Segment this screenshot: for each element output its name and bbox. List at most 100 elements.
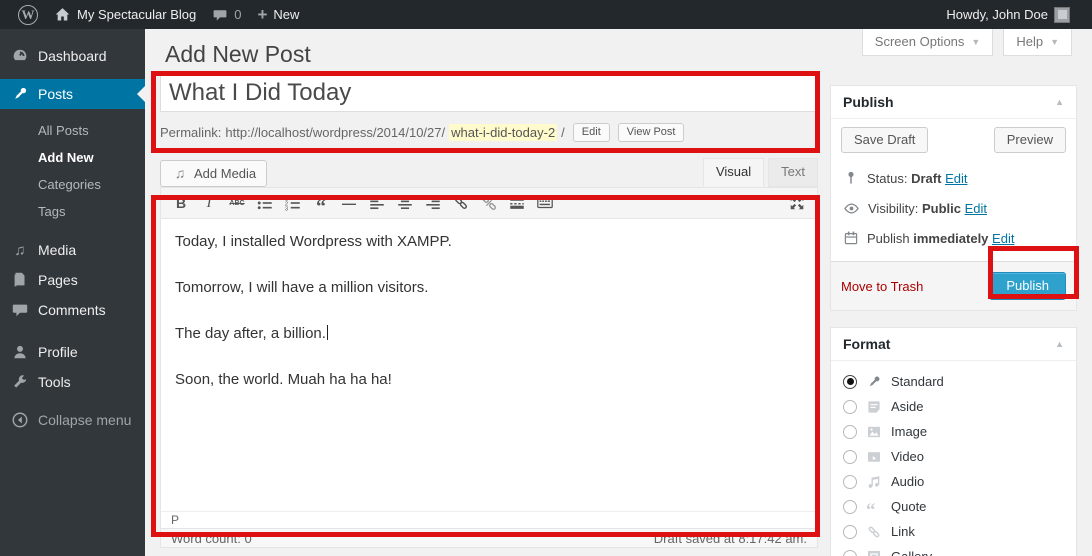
editor-paragraph: Soon, the world. Muah ha ha ha!	[175, 369, 803, 390]
tab-visual[interactable]: Visual	[703, 158, 764, 187]
format-option-standard[interactable]: Standard	[843, 369, 1064, 394]
bulleted-list-icon[interactable]	[251, 191, 279, 215]
text-cursor	[327, 325, 328, 340]
save-draft-button[interactable]: Save Draft	[841, 127, 928, 153]
help-button[interactable]: Help▼	[1003, 29, 1072, 56]
visibility-row: Visibility: Public Edit	[841, 193, 1066, 223]
sidebar-item-dashboard[interactable]: Dashboard	[0, 41, 145, 71]
format-metabox-header[interactable]: Format ▲	[831, 328, 1076, 361]
edit-schedule-link[interactable]: Edit	[992, 231, 1014, 246]
site-name-link[interactable]: My Spectacular Blog	[46, 0, 204, 29]
radio-unselected[interactable]	[843, 450, 857, 464]
avatar	[1054, 7, 1070, 23]
sidebar-item-media[interactable]: ♫ Media	[0, 235, 145, 265]
sidebar-item-all-posts[interactable]: All Posts	[0, 117, 145, 144]
editor-content-area[interactable]: Today, I installed Wordpress with XAMPP.…	[161, 219, 817, 511]
sidebar-item-pages[interactable]: Pages	[0, 265, 145, 295]
schedule-value: immediately	[913, 231, 988, 246]
comments-bubble[interactable]: 0	[204, 0, 249, 29]
aside-icon	[866, 399, 882, 415]
more-tag-icon[interactable]	[503, 191, 531, 215]
format-option-video[interactable]: Video	[843, 444, 1064, 469]
insert-link-icon[interactable]	[447, 191, 475, 215]
dashboard-icon	[11, 47, 29, 65]
wordpress-logo[interactable]: W	[10, 0, 46, 29]
align-center-icon[interactable]	[391, 191, 419, 215]
radio-unselected[interactable]	[843, 475, 857, 489]
format-metabox: Format ▲ Standard Aside	[830, 327, 1077, 556]
distraction-free-icon[interactable]	[783, 191, 811, 215]
editor-paragraph: Tomorrow, I will have a million visitors…	[175, 277, 803, 298]
posts-submenu: All Posts Add New Categories Tags	[0, 109, 145, 235]
preview-button[interactable]: Preview	[994, 127, 1066, 153]
screen-options-button[interactable]: Screen Options▼	[862, 29, 994, 56]
edit-status-link[interactable]: Edit	[945, 171, 967, 186]
edit-visibility-link[interactable]: Edit	[965, 201, 987, 216]
radio-selected[interactable]	[843, 375, 857, 389]
howdy-account-link[interactable]: Howdy, John Doe	[938, 0, 1078, 29]
editor-paragraph: Today, I installed Wordpress with XAMPP.	[175, 231, 803, 252]
word-count-value: 0	[244, 531, 251, 546]
menu-separator	[0, 325, 145, 337]
toggle-arrow-icon[interactable]: ▲	[1055, 339, 1064, 349]
radio-unselected[interactable]	[843, 400, 857, 414]
numbered-list-icon[interactable]: 123	[279, 191, 307, 215]
align-left-icon[interactable]	[363, 191, 391, 215]
quote-icon: “	[866, 498, 882, 515]
strikethrough-icon[interactable]: ABC	[223, 191, 251, 215]
format-option-aside[interactable]: Aside	[843, 394, 1064, 419]
radio-unselected[interactable]	[843, 525, 857, 539]
remove-link-icon[interactable]	[475, 191, 503, 215]
admin-menu: Dashboard Posts All Posts Add New Catego…	[0, 29, 145, 556]
site-name: My Spectacular Blog	[77, 7, 196, 22]
image-icon	[866, 424, 882, 440]
home-icon	[54, 6, 71, 23]
radio-unselected[interactable]	[843, 425, 857, 439]
blockquote-icon[interactable]: “	[307, 191, 335, 215]
new-label: New	[273, 7, 299, 22]
format-option-quote[interactable]: “ Quote	[843, 494, 1064, 519]
italic-icon[interactable]: I	[195, 191, 223, 215]
calendar-icon	[843, 230, 859, 246]
radio-unselected[interactable]	[843, 550, 857, 556]
post-title-input[interactable]	[160, 74, 818, 112]
sidebar-item-add-new[interactable]: Add New	[0, 144, 145, 171]
format-option-gallery[interactable]: Gallery	[843, 544, 1064, 556]
publish-metabox: Publish ▲ Save Draft Preview Status: Dra…	[830, 85, 1077, 311]
format-option-audio[interactable]: Audio	[843, 469, 1064, 494]
gallery-icon	[866, 549, 882, 556]
format-option-image[interactable]: Image	[843, 419, 1064, 444]
collapse-menu-button[interactable]: Collapse menu	[0, 405, 145, 435]
sidebar-item-comments[interactable]: Comments	[0, 295, 145, 325]
sidebar-item-tags[interactable]: Tags	[0, 198, 145, 225]
collapse-icon	[11, 411, 29, 429]
publish-metabox-header[interactable]: Publish ▲	[831, 86, 1076, 119]
view-post-button[interactable]: View Post	[618, 123, 685, 142]
status-row: Status: Draft Edit	[841, 163, 1066, 193]
permalink-slug[interactable]: what-i-did-today-2	[449, 124, 557, 141]
editor-path-indicator: P	[161, 511, 817, 528]
permalink-row: Permalink: http://localhost/wordpress/20…	[160, 120, 818, 144]
new-button[interactable]: + New	[249, 0, 307, 29]
plus-icon: +	[257, 6, 267, 23]
publish-button[interactable]: Publish	[989, 272, 1066, 300]
chevron-down-icon: ▼	[971, 37, 980, 47]
editor: B I ABC 123 “ —	[160, 187, 818, 529]
bold-icon[interactable]: B	[167, 191, 195, 215]
sidebar-item-tools[interactable]: Tools	[0, 367, 145, 397]
admin-bar: W My Spectacular Blog 0 + New Howdy, Joh…	[0, 0, 1092, 29]
horizontal-rule-icon[interactable]: —	[335, 191, 363, 215]
align-right-icon[interactable]	[419, 191, 447, 215]
radio-unselected[interactable]	[843, 500, 857, 514]
edit-permalink-button[interactable]: Edit	[573, 123, 610, 142]
move-to-trash-link[interactable]: Move to Trash	[841, 279, 923, 294]
sidebar-item-posts[interactable]: Posts	[0, 79, 145, 109]
toolbar-toggle-icon[interactable]	[531, 191, 559, 215]
sidebar-item-categories[interactable]: Categories	[0, 171, 145, 198]
add-media-button[interactable]: ♫ Add Media	[160, 160, 267, 187]
tools-icon	[11, 373, 29, 391]
format-option-link[interactable]: Link	[843, 519, 1064, 544]
tab-text[interactable]: Text	[768, 158, 818, 187]
toggle-arrow-icon[interactable]: ▲	[1055, 97, 1064, 107]
sidebar-item-profile[interactable]: Profile	[0, 337, 145, 367]
